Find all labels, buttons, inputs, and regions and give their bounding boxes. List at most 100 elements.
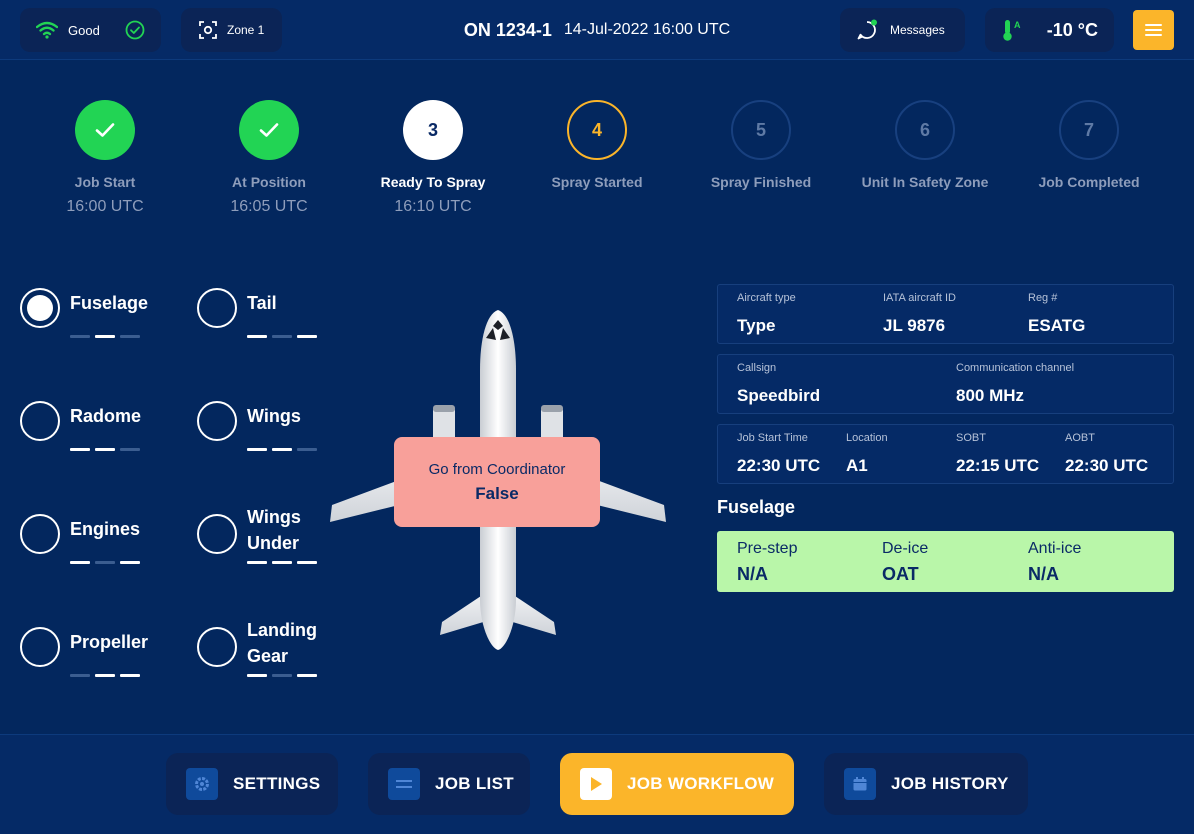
job-list-button[interactable]: JOB LIST — [368, 753, 530, 815]
iata-id-value: JL 9876 — [883, 316, 946, 335]
zone-option-fuselage[interactable]: Fuselage — [20, 284, 160, 344]
zone-progress-segment — [120, 674, 140, 677]
zone-name: Engines — [70, 516, 140, 542]
zone-progress — [247, 674, 317, 677]
zone-progress-segment — [247, 448, 267, 451]
times-info-card: Job Start Time 22:30 UTC Location A1 SOB… — [717, 424, 1174, 484]
menu-line-icon — [1145, 29, 1162, 31]
coordinator-status: Go from Coordinator False — [394, 437, 600, 527]
zone-option-engines[interactable]: Engines — [20, 510, 160, 570]
zone-progress-segment — [70, 674, 90, 677]
workflow-step: 5 Spray Finished — [681, 100, 841, 190]
channel-label: Communication channel — [956, 362, 1075, 374]
messages-label: Messages — [890, 23, 945, 37]
zone-option-tail[interactable]: Tail — [197, 284, 337, 344]
zone-radio[interactable] — [197, 627, 237, 667]
zone-progress-segment — [297, 335, 317, 338]
zone-progress-segment — [272, 561, 292, 564]
zone-progress-segment — [297, 448, 317, 451]
zone-name-line: Gear — [247, 646, 289, 666]
aircraft-info-card: Aircraft type Type IATA aircraft ID JL 9… — [717, 284, 1174, 344]
zone-label: Zone 1 — [227, 23, 265, 37]
workflow-step: 4 Spray Started — [517, 100, 677, 190]
workflow-step: 6 Unit In Safety Zone — [845, 100, 1005, 190]
zone-radio[interactable] — [197, 288, 237, 328]
zone-name: Wings — [247, 403, 301, 429]
callsign-label: Callsign — [737, 362, 777, 374]
zone-option-landing-gear[interactable]: Landing Gear — [197, 620, 337, 683]
step-name: Spray Finished — [710, 174, 812, 190]
zone-name: Tail — [247, 290, 277, 316]
menu-line-icon — [1145, 34, 1162, 36]
zone-name-line: Wings — [247, 406, 301, 426]
check-circle-icon — [125, 20, 145, 40]
signal-status[interactable]: Good — [20, 8, 161, 52]
temperature-value: -10 °C — [1046, 19, 1098, 40]
zone-progress-segment — [95, 561, 115, 564]
aobt-label: AOBT — [1065, 432, 1095, 444]
zone-progress-segment — [70, 335, 90, 338]
zone-progress-segment — [272, 448, 292, 451]
zone-progress-segment — [95, 674, 115, 677]
chat-bubble-icon — [857, 19, 877, 40]
job-history-button[interactable]: JOB HISTORY — [824, 753, 1028, 815]
focus-target-icon — [199, 21, 217, 39]
calendar-icon — [844, 768, 876, 800]
zone-progress-segment — [120, 448, 140, 451]
prestep-value: N/A — [737, 564, 768, 584]
step-number: 7 — [1059, 100, 1119, 160]
channel-value: 800 MHz — [956, 386, 1025, 405]
step-number: 6 — [895, 100, 955, 160]
signal-label: Good — [68, 22, 100, 38]
zone-radio[interactable] — [20, 627, 60, 667]
step-name: Unit In Safety Zone — [861, 174, 989, 190]
antiice-label: Anti-ice — [1028, 540, 1082, 557]
thermo-tag: A — [1014, 20, 1021, 30]
zone-progress-segment — [95, 448, 115, 451]
coordinator-label: Go from Coordinator — [428, 460, 566, 478]
list-icon — [388, 768, 420, 800]
sobt-label: SOBT — [956, 432, 986, 444]
step-number: 5 — [731, 100, 791, 160]
reg-value: ESATG — [1028, 316, 1086, 335]
zone-option-wings[interactable]: Wings — [197, 397, 337, 457]
zone-progress-segment — [120, 335, 140, 338]
job-workflow-label: JOB WORKFLOW — [627, 774, 775, 793]
settings-label: SETTINGS — [233, 774, 321, 793]
zone-progress-segment — [70, 448, 90, 451]
zone-progress-segment — [272, 674, 292, 677]
zone-progress — [70, 448, 140, 451]
zone-progress-segment — [95, 335, 115, 338]
zone-name-line: Under — [247, 533, 300, 553]
zone-radio[interactable] — [20, 401, 60, 441]
zone-option-wings-under[interactable]: Wings Under — [197, 507, 337, 570]
job-history-label: JOB HISTORY — [891, 774, 1009, 793]
step-time: 16:05 UTC — [230, 198, 308, 215]
messages-button[interactable]: Messages — [840, 8, 965, 52]
zone-option-propeller[interactable]: Propeller — [20, 623, 160, 683]
workflow-step: 7 Job Completed — [1009, 100, 1169, 190]
workflow-step: At Position 16:05 UTC — [189, 100, 349, 216]
zone-selector[interactable]: Zone 1 — [181, 8, 282, 52]
zone-name-line: Fuselage — [70, 293, 149, 313]
coordinator-value: False — [475, 483, 519, 503]
zone-radio[interactable] — [20, 288, 60, 328]
step-number: 4 — [567, 100, 627, 160]
step-name: Job Completed — [1038, 174, 1140, 190]
job-list-label: JOB LIST — [435, 774, 514, 793]
aircraft-type-label: Aircraft type — [737, 292, 796, 304]
deice-label: De-ice — [882, 540, 929, 557]
step-name: Spray Started — [551, 174, 643, 190]
zone-option-radome[interactable]: Radome — [20, 397, 160, 457]
job-workflow-button[interactable]: JOB WORKFLOW — [560, 753, 794, 815]
zone-progress — [70, 674, 140, 677]
step-name: Ready To Spray — [380, 174, 486, 190]
sobt-value: 22:15 UTC — [956, 456, 1040, 475]
settings-button[interactable]: SETTINGS — [166, 753, 338, 815]
hamburger-menu-button[interactable] — [1133, 10, 1174, 50]
zone-radio[interactable] — [197, 401, 237, 441]
zone-radio[interactable] — [20, 514, 60, 554]
zone-radio[interactable] — [197, 514, 237, 554]
zone-name: Landing Gear — [247, 617, 317, 669]
location-label: Location — [846, 432, 888, 444]
